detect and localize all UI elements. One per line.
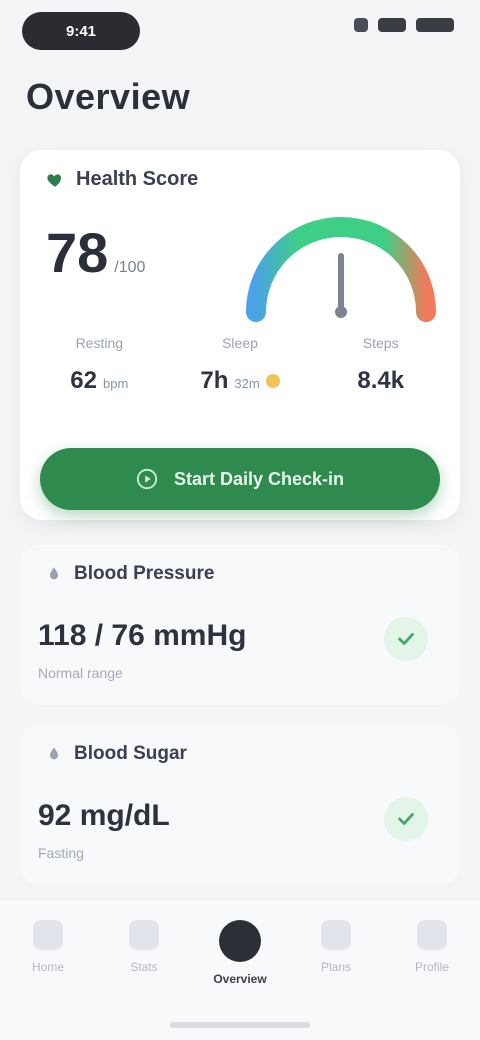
wifi-icon [378,18,406,32]
heart-icon [47,173,62,187]
score-gauge [246,217,436,322]
home-indicator [170,1022,310,1028]
status-icons [354,18,454,32]
drop-icon [50,567,58,580]
card-value: 118 / 76 mmHg [38,619,247,652]
trend-indicator-icon [265,374,280,388]
status-time: 9:41 [22,12,140,50]
nav-item-overview[interactable]: Overview [200,920,280,986]
blood-sugar-card[interactable]: Blood Sugar 92 mg/dL Fasting [20,725,460,885]
play-icon [136,468,158,490]
nav-label: Profile [414,960,449,974]
metric-value: 7h [200,367,229,394]
metric-sleep: Sleep 7h 32m [171,335,310,395]
metric-steps: Steps 8.4k [311,335,450,395]
stats-icon [129,920,159,950]
card-title: Blood Pressure [74,563,215,584]
profile-icon [417,920,447,950]
metrics-row: Resting 62 bpm Sleep 7h 32m Steps 8.4k [30,335,450,395]
drop-icon [50,747,58,760]
nav-label: Home [31,960,64,974]
signal-icon [354,18,368,32]
nav-label: Plans [320,960,352,974]
nav-label: Stats [130,960,158,974]
metric-unit: bpm [103,376,129,391]
score-card-title: Health Score [76,168,199,190]
score-number: 78 [46,221,109,284]
nav-label: Overview [213,972,267,986]
status-bar: 9:41 [0,0,480,64]
battery-icon [416,18,454,32]
card-subtext: Normal range [38,665,123,681]
nav-item-stats[interactable]: Stats [104,920,184,986]
score-unit: /100 [114,259,146,276]
nav-item-home[interactable]: Home [8,920,88,986]
nav-item-plans[interactable]: Plans [296,920,376,986]
overview-icon [219,920,261,962]
health-score-card[interactable]: Health Score 78 /100 Resting 62 bpm Slee… [20,150,460,520]
card-subtext: Fasting [38,845,84,861]
metric-value: 62 [70,367,97,394]
check-icon [384,617,428,661]
start-checkin-button[interactable]: Start Daily Check-in [40,448,440,510]
metric-unit: 32m [234,376,260,391]
home-icon [33,920,63,950]
metric-label: Resting [75,335,124,351]
blood-pressure-card[interactable]: Blood Pressure 118 / 76 mmHg Normal rang… [20,545,460,705]
score-value: 78 /100 [46,220,145,285]
bottom-navigation: Home Stats Overview Plans Profile [0,899,480,1040]
page-title: Overview [26,76,191,117]
metric-label: Sleep [222,335,258,351]
start-checkin-label: Start Daily Check-in [173,468,345,489]
plans-icon [321,920,351,950]
metric-resting: Resting 62 bpm [30,335,169,395]
metric-label: Steps [362,335,399,351]
nav-item-profile[interactable]: Profile [392,920,472,986]
card-title: Blood Sugar [74,743,187,764]
score-card-header: Health Score [46,168,198,191]
metric-value: 8.4k [357,367,405,394]
check-icon [384,797,428,841]
card-value: 92 mg/dL [38,799,170,832]
